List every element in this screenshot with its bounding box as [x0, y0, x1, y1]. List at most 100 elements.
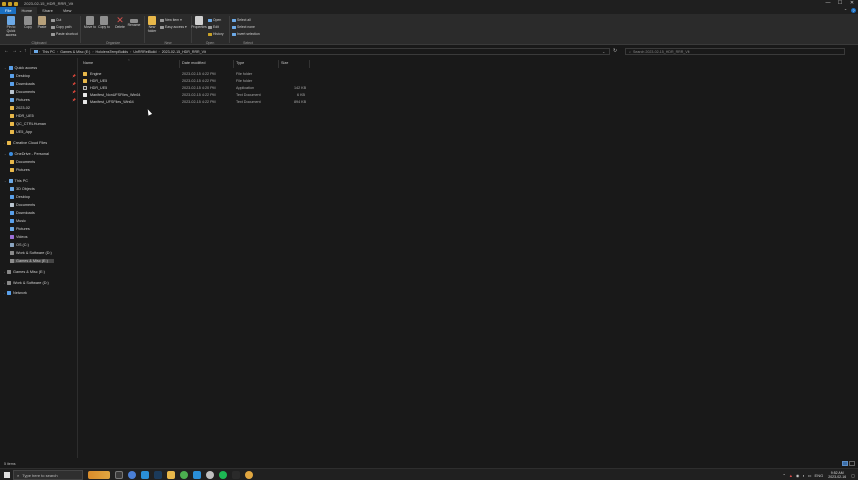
app-icon[interactable] — [141, 471, 149, 479]
nav-onedrive[interactable]: ⌄ OneDrive - Personal — [4, 152, 49, 156]
new-folder-button[interactable]: New folder — [145, 14, 159, 34]
tab-share[interactable]: Share — [37, 7, 58, 14]
nav-pc-downloads[interactable]: Downloads — [10, 211, 35, 215]
copy-to-button[interactable]: Copy to — [97, 14, 111, 30]
help-icon[interactable]: ? — [851, 8, 856, 13]
file-row[interactable]: HDR_UE5 2023-02-15 4:20 PM Application 1… — [80, 85, 310, 92]
breadcrumb-drive[interactable]: Games & Misc (E:) — [60, 50, 90, 54]
file-row[interactable]: Manifest_UFSFiles_Win64 2023-02-15 4:22 … — [80, 99, 310, 106]
nav-quick-desktop[interactable]: Desktop — [10, 74, 30, 78]
nav-pc-drive-c[interactable]: OS (C:) — [10, 243, 29, 247]
quick-access-toolbar[interactable] — [2, 1, 18, 6]
task-view-icon[interactable] — [115, 471, 123, 479]
file-row[interactable]: HDR_UE5 2023-02-15 4:22 PM File folder — [80, 78, 310, 85]
nav-drive-d[interactable]: › Work & Software (D:) — [4, 281, 49, 285]
new-item-button[interactable]: New item ▾ — [160, 18, 182, 22]
app-icon[interactable] — [193, 471, 201, 479]
chrome-icon[interactable] — [180, 471, 188, 479]
nav-pc-pictures[interactable]: Pictures — [10, 227, 30, 231]
app-icon[interactable] — [206, 471, 214, 479]
tab-view[interactable]: View — [58, 7, 77, 14]
breadcrumb-release[interactable]: UnRRRelBuild — [133, 50, 156, 54]
notifications-icon[interactable]: ▢ — [851, 473, 855, 478]
breadcrumb-current[interactable]: 2023-02-15_HDR_RRR_Vlt — [162, 50, 206, 54]
nav-quick-folder[interactable]: QC_CTRLHuman — [10, 122, 46, 126]
language-indicator[interactable]: ENG — [815, 473, 824, 478]
address-dropdown-icon[interactable]: ⌄ — [602, 49, 605, 54]
app-icon[interactable] — [232, 471, 240, 479]
column-divider[interactable] — [233, 60, 234, 68]
search-input[interactable]: ⌕ Search 2023-02-15_HDR_RRR_Vlt — [625, 48, 845, 55]
nav-quick-access[interactable]: ⌄ Quick access — [4, 66, 37, 70]
maximize-button[interactable]: ☐ — [834, 0, 846, 7]
nav-quick-pictures[interactable]: Pictures — [10, 98, 30, 102]
nav-drive-e[interactable]: › Games & Misc (E:) — [4, 270, 45, 274]
history-button[interactable]: History — [208, 32, 224, 36]
volume-icon[interactable]: ◗ — [802, 473, 804, 478]
column-header-size[interactable]: Size — [281, 61, 288, 65]
nav-creative-cloud[interactable]: › Creative Cloud Files — [4, 141, 47, 145]
clock[interactable]: 9:52 AM 2023-02-16 — [826, 471, 848, 479]
app-icon[interactable] — [245, 471, 253, 479]
copy-button[interactable]: Copy — [21, 14, 35, 30]
recent-locations-button[interactable]: ⌄ — [19, 49, 22, 53]
nav-pc-drive-e[interactable]: Games & Misc (E:) — [10, 259, 54, 263]
nav-pc-videos[interactable]: Videos — [10, 235, 28, 239]
nav-pc-documents[interactable]: Documents — [10, 203, 35, 207]
large-icons-view-button[interactable] — [849, 461, 855, 466]
column-divider[interactable] — [179, 60, 180, 68]
move-to-button[interactable]: Move to — [83, 14, 97, 30]
nav-pc-3d-objects[interactable]: 3D Objects — [10, 187, 35, 191]
breadcrumb-this-pc[interactable]: This PC — [42, 50, 55, 54]
widgets-icon[interactable] — [88, 471, 110, 479]
tab-file[interactable]: File — [0, 7, 17, 14]
forward-button[interactable]: → — [12, 48, 17, 54]
new-folder-icon[interactable] — [14, 1, 18, 6]
copy-path-button[interactable]: Copy path — [51, 25, 71, 29]
paste-button[interactable]: Paste — [35, 14, 49, 30]
properties-icon[interactable] — [8, 1, 12, 6]
back-button[interactable]: ← — [4, 48, 9, 54]
nav-quick-folder[interactable]: UE5_App — [10, 130, 32, 134]
spotify-icon[interactable] — [219, 471, 227, 479]
nav-quick-documents[interactable]: Documents — [10, 90, 35, 94]
browser-icon[interactable] — [128, 471, 136, 479]
rename-button[interactable]: Rename — [127, 14, 141, 28]
taskbar-search-input[interactable]: ⌕ Type here to search — [13, 470, 83, 480]
nav-pc-music[interactable]: Music — [10, 219, 26, 223]
chevron-up-icon[interactable]: ⌃ — [783, 473, 786, 478]
address-bar[interactable]: › This PC › Games & Misc (E:) › Hololens… — [30, 48, 610, 55]
steam-icon[interactable] — [154, 471, 162, 479]
pin-quick-access-button[interactable]: Pin to Quick access — [3, 14, 19, 37]
select-none-button[interactable]: Select none — [232, 25, 255, 29]
breadcrumb-builds[interactable]: HololensTempBuilds — [96, 50, 129, 54]
details-view-button[interactable] — [842, 461, 848, 466]
invert-selection-button[interactable]: Invert selection — [232, 32, 260, 36]
nav-quick-folder[interactable]: HDR_UE5 — [10, 114, 34, 118]
column-header-type[interactable]: Type — [236, 61, 244, 65]
easy-access-button[interactable]: Easy access ▾ — [160, 25, 187, 29]
column-divider[interactable] — [278, 60, 279, 68]
minimize-button[interactable]: — — [822, 0, 834, 7]
file-row[interactable]: Engine 2023-02-15 4:22 PM File folder — [80, 71, 310, 78]
nav-quick-downloads[interactable]: Downloads — [10, 82, 35, 86]
file-explorer-icon[interactable] — [167, 471, 175, 479]
paste-shortcut-button[interactable]: Paste shortcut — [51, 32, 78, 36]
nav-onedrive-pictures[interactable]: Pictures — [10, 168, 30, 172]
tab-home[interactable]: Home — [16, 7, 38, 14]
refresh-button[interactable]: ↻ — [613, 48, 617, 54]
cut-button[interactable]: Cut — [51, 18, 61, 22]
start-button[interactable] — [4, 472, 10, 478]
collapse-ribbon-icon[interactable]: ⌃ — [843, 8, 848, 13]
open-button[interactable]: Open — [208, 18, 221, 22]
select-all-button[interactable]: Select all — [232, 18, 251, 22]
close-button[interactable]: ✕ — [846, 0, 858, 7]
file-row[interactable]: Manifest_NonUFSFiles_Win64 2023-02-15 4:… — [80, 92, 310, 99]
up-button[interactable]: ↑ — [24, 48, 27, 54]
properties-button[interactable]: Properties — [191, 14, 207, 30]
nav-pc-desktop[interactable]: Desktop — [10, 195, 30, 199]
column-divider[interactable] — [309, 60, 310, 68]
nav-pc-drive-d[interactable]: Work & Software (D:) — [10, 251, 52, 255]
nav-onedrive-documents[interactable]: Documents — [10, 160, 35, 164]
nav-network[interactable]: › Network — [4, 291, 27, 295]
